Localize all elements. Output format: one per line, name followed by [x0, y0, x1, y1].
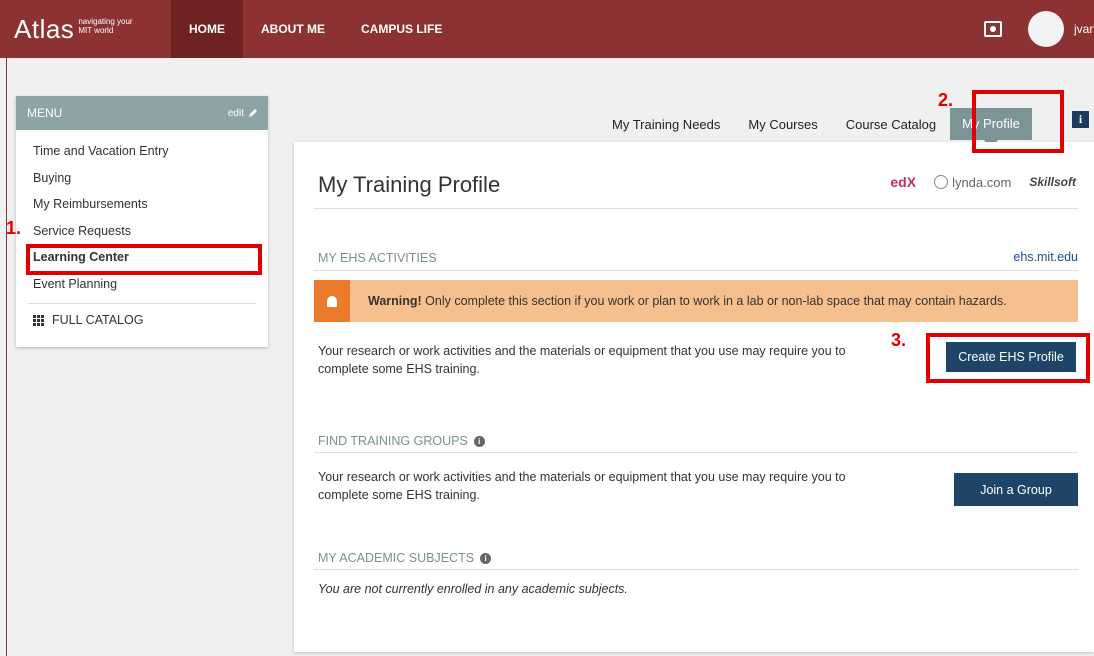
annotation-box-learning-center	[26, 244, 262, 275]
groups-description: Your research or work activities and the…	[318, 470, 846, 502]
logo-tagline: navigating your MIT world	[78, 17, 133, 35]
groups-section-heading: FIND TRAINING GROUPS i	[318, 434, 485, 448]
title-divider	[314, 208, 1078, 209]
lynda-logo[interactable]: lynda.com	[934, 175, 1011, 190]
atlas-logo[interactable]: Atlas navigating your MIT world	[0, 0, 171, 58]
grid-icon	[33, 314, 44, 326]
provider-logos: edX lynda.com Skillsoft	[890, 174, 1076, 190]
ehs-description: Your research or work activities and the…	[318, 344, 846, 376]
edx-logo[interactable]: edX	[890, 174, 916, 190]
topbar-user-area: jvan	[984, 0, 1094, 58]
nav-about-me[interactable]: ABOUT ME	[243, 0, 343, 58]
nav-home[interactable]: HOME	[171, 0, 243, 58]
avatar[interactable]	[1028, 11, 1064, 47]
training-profile-panel: My Training Profile edX lynda.com Skills…	[294, 142, 1094, 652]
subjects-divider	[314, 569, 1078, 570]
menu-edit-link[interactable]: edit	[228, 108, 258, 119]
ehs-section-heading: MY EHS ACTIVITIES	[318, 251, 437, 265]
join-group-button[interactable]: Join a Group	[954, 473, 1078, 506]
menu-item-time-vacation[interactable]: Time and Vacation Entry	[16, 138, 268, 165]
annotation-box-my-profile	[972, 90, 1064, 153]
profile-tabs: My Training Needs My Courses Course Cata…	[612, 108, 1032, 147]
menu-header: MENU edit	[16, 96, 268, 130]
lynda-icon	[934, 175, 949, 189]
warning-text: Warning! Only complete this section if y…	[368, 294, 1007, 308]
ehs-divider	[314, 270, 1078, 271]
left-border-line	[6, 58, 7, 656]
info-icon[interactable]: i	[1072, 111, 1089, 128]
logo-text: Atlas	[14, 13, 75, 44]
hazard-warning-banner: Warning! Only complete this section if y…	[314, 280, 1078, 322]
bell-icon	[314, 280, 350, 322]
groups-info-icon[interactable]: i	[473, 435, 485, 447]
tab-course-catalog[interactable]: Course Catalog	[846, 117, 936, 132]
contact-card-icon[interactable]	[984, 21, 1002, 37]
annotation-number-2: 2.	[938, 90, 954, 110]
menu-item-buying[interactable]: Buying	[16, 165, 268, 192]
ehs-mit-link[interactable]: ehs.mit.edu	[1013, 250, 1078, 264]
tab-my-courses[interactable]: My Courses	[748, 117, 817, 132]
tab-my-training-needs[interactable]: My Training Needs	[612, 117, 720, 132]
menu-title: MENU	[27, 106, 63, 120]
annotation-number-1: 1.	[6, 218, 22, 238]
pencil-icon	[249, 109, 257, 117]
top-navigation-bar: Atlas navigating your MIT world HOME ABO…	[0, 0, 1094, 58]
subjects-section-heading: MY ACADEMIC SUBJECTS i	[318, 551, 492, 565]
menu-item-reimbursements[interactable]: My Reimbursements	[16, 191, 268, 218]
annotation-box-create-ehs	[926, 333, 1090, 383]
groups-divider	[314, 452, 1078, 453]
no-subjects-message: You are not currently enrolled in any ac…	[318, 582, 628, 596]
menu-item-service-requests[interactable]: Service Requests	[16, 218, 268, 245]
page-title: My Training Profile	[318, 172, 501, 197]
skillsoft-logo[interactable]: Skillsoft	[1029, 175, 1076, 189]
subjects-info-icon[interactable]: i	[480, 552, 492, 564]
full-catalog-link[interactable]: FULL CATALOG	[16, 304, 268, 336]
annotation-number-3: 3.	[891, 330, 907, 350]
username[interactable]: jvan	[1074, 22, 1094, 36]
nav-campus-life[interactable]: CAMPUS LIFE	[343, 0, 460, 58]
sidebar-menu: MENU edit Time and Vacation Entry Buying…	[16, 96, 268, 347]
